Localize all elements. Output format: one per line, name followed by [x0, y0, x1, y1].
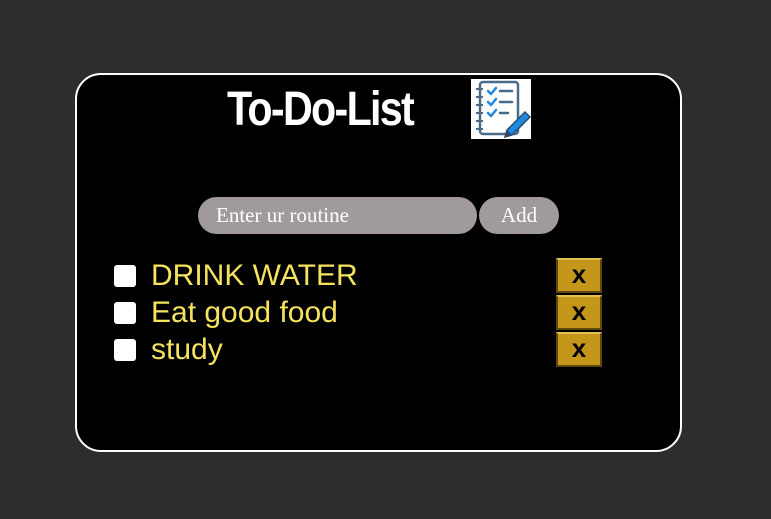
app-title: To-Do-List: [227, 82, 415, 136]
header: To-Do-List: [227, 78, 532, 140]
task-checkbox[interactable]: [114, 301, 136, 324]
add-button[interactable]: Add: [479, 197, 559, 234]
delete-task-button[interactable]: x: [556, 332, 602, 367]
list-item: DRINK WATER x: [113, 257, 603, 294]
task-label: Eat good food: [151, 295, 338, 329]
task-checkbox[interactable]: [114, 338, 136, 361]
todo-card: To-Do-List Enter ur routine Add DRINK WA…: [75, 73, 682, 452]
list-item: study x: [113, 331, 603, 368]
task-list: DRINK WATER x Eat good food x study x: [113, 257, 603, 368]
task-checkbox[interactable]: [114, 264, 136, 287]
delete-task-button[interactable]: x: [556, 258, 602, 293]
task-label: study: [151, 332, 223, 366]
checklist-notebook-icon: [471, 79, 532, 139]
task-input[interactable]: [198, 197, 477, 234]
task-label: DRINK WATER: [151, 258, 358, 292]
add-task-row: Add: [198, 197, 559, 234]
list-item: Eat good food x: [113, 294, 603, 331]
delete-task-button[interactable]: x: [556, 295, 602, 330]
